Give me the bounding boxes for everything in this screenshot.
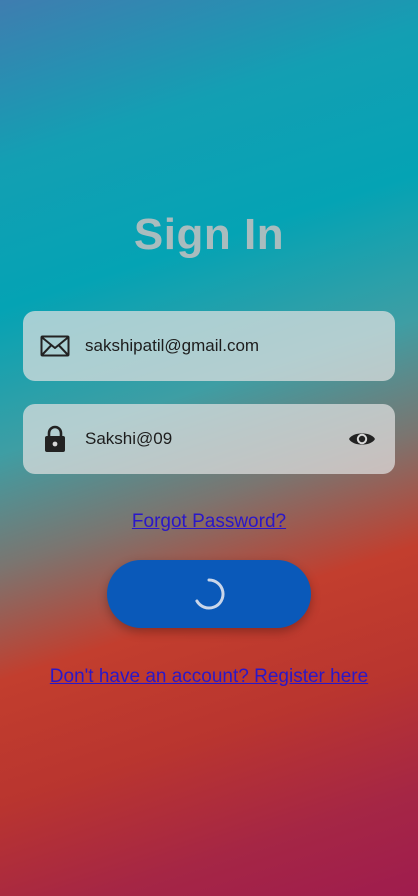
password-field[interactable]: Sakshi@09 [23, 404, 395, 474]
sign-in-button[interactable] [107, 560, 311, 628]
register-link[interactable]: Don't have an account? Register here [0, 666, 418, 688]
page-title: Sign In [133, 210, 285, 259]
envelope-icon [40, 331, 70, 361]
email-field[interactable]: sakshipatil@gmail.com [23, 311, 395, 381]
email-input-value[interactable]: sakshipatil@gmail.com [85, 336, 259, 356]
password-input-value[interactable]: Sakshi@09 [85, 429, 172, 449]
lock-icon [40, 424, 70, 454]
loading-spinner-icon [195, 578, 225, 610]
forgot-password-link[interactable]: Forgot Password? [0, 511, 418, 533]
eye-icon[interactable] [346, 423, 378, 455]
